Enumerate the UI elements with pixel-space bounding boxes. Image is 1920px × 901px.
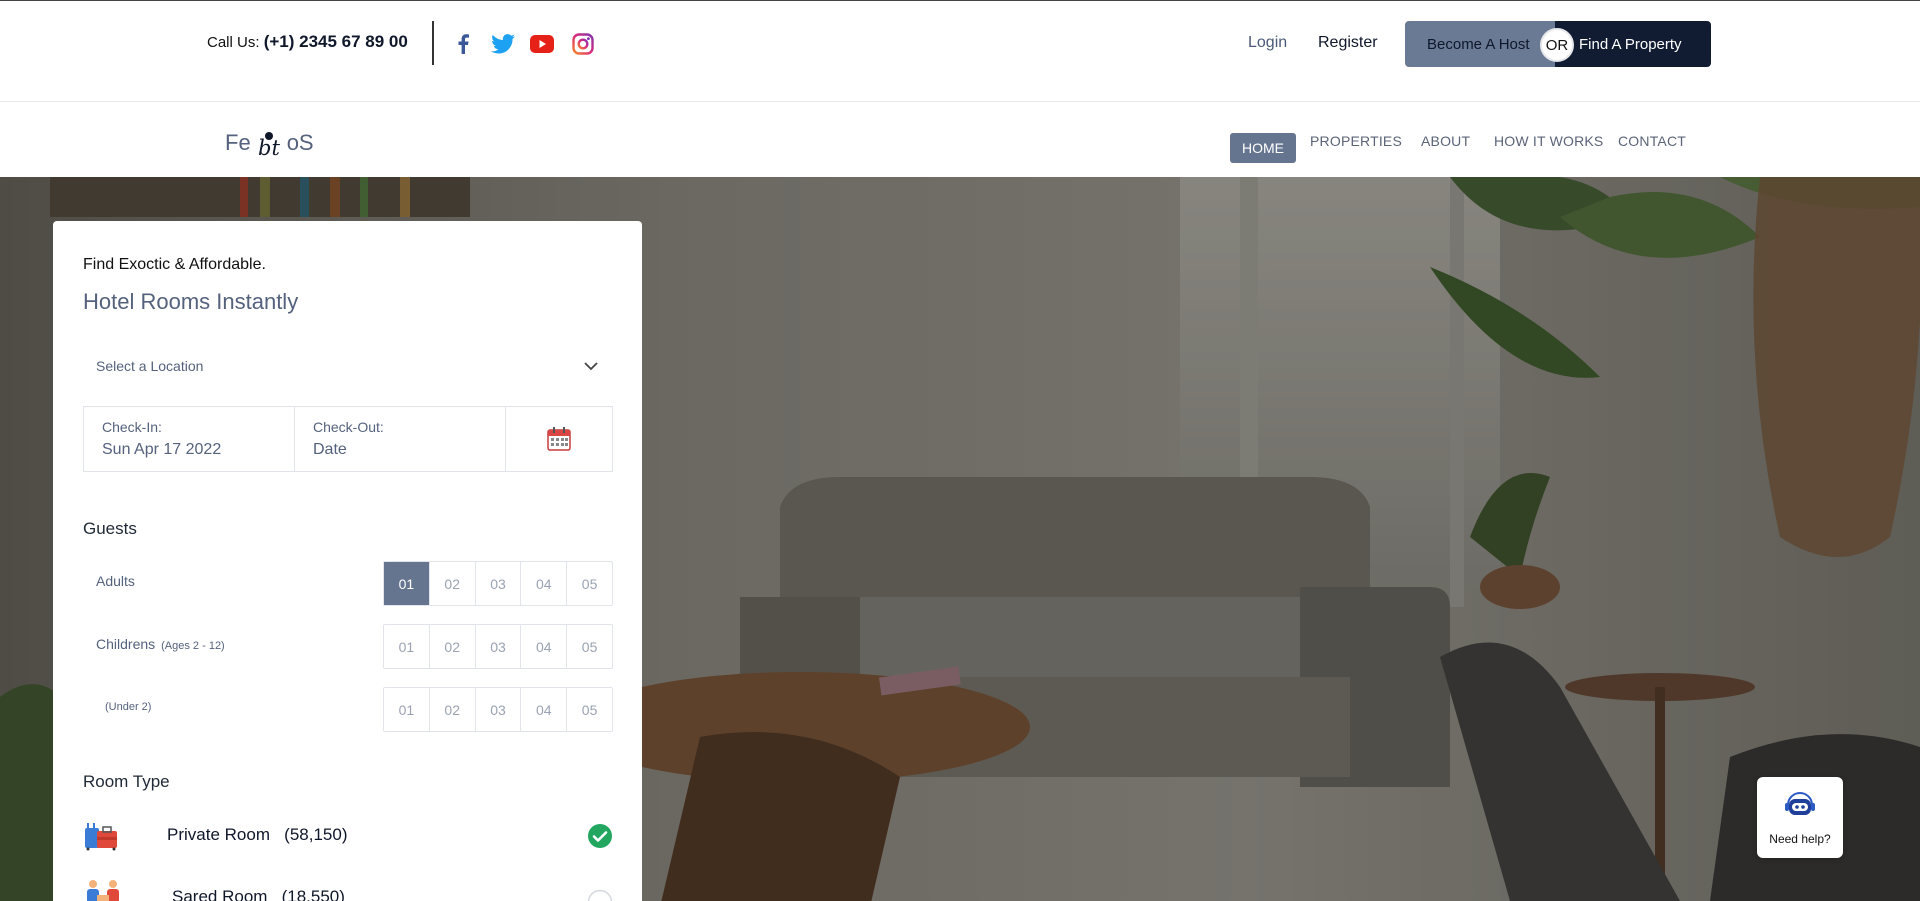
instagram-icon[interactable] bbox=[571, 32, 595, 56]
infants-option[interactable]: 05 bbox=[567, 688, 612, 731]
private-room-label: Private Room (58,150) bbox=[167, 825, 347, 845]
radio-circle-icon[interactable] bbox=[587, 889, 613, 901]
nav-home[interactable]: HOME bbox=[1230, 133, 1296, 163]
divider bbox=[432, 21, 434, 65]
nav-contact[interactable]: CONTACT bbox=[1618, 133, 1686, 149]
children-label-text: Childrens bbox=[96, 636, 156, 652]
shared-room-icon bbox=[83, 877, 123, 901]
children-option[interactable]: 01 bbox=[384, 625, 430, 668]
room-type-heading: Room Type bbox=[83, 772, 170, 791]
search-card: Find Exoctic & Affordable. Hotel Rooms I… bbox=[53, 221, 642, 901]
nav-properties[interactable]: PROPERTIES bbox=[1310, 133, 1402, 149]
children-option[interactable]: 05 bbox=[567, 625, 612, 668]
adults-option[interactable]: 05 bbox=[567, 562, 612, 605]
top-bar: Call Us: (+1) 2345 67 89 00 Login Regist… bbox=[0, 0, 1920, 102]
logo-mark-text: bt bbox=[258, 136, 280, 160]
find-property-button[interactable]: Find A Property bbox=[1555, 21, 1711, 67]
shared-room-count: (18,550) bbox=[281, 887, 345, 901]
children-selector: 01 02 03 04 05 bbox=[383, 624, 613, 669]
check-out-field[interactable]: Check-Out: Date bbox=[295, 407, 506, 471]
location-select[interactable]: Select a Location bbox=[83, 343, 613, 389]
check-in-field[interactable]: Check-In: Sun Apr 17 2022 bbox=[84, 407, 295, 471]
infants-option[interactable]: 03 bbox=[476, 688, 522, 731]
infants-selector: 01 02 03 04 05 bbox=[383, 687, 613, 732]
children-option[interactable]: 03 bbox=[476, 625, 522, 668]
shared-room-label: Sared Room (18,550) bbox=[172, 887, 345, 901]
children-option[interactable]: 02 bbox=[430, 625, 476, 668]
chatbot-icon bbox=[1782, 791, 1818, 824]
login-link[interactable]: Login bbox=[1248, 34, 1287, 52]
location-placeholder: Select a Location bbox=[96, 358, 204, 374]
private-room-name: Private Room bbox=[167, 825, 270, 844]
date-range: Check-In: Sun Apr 17 2022 Check-Out: Dat… bbox=[83, 406, 613, 472]
check-out-label: Check-Out: bbox=[313, 419, 384, 435]
shared-room-name: Sared Room bbox=[172, 887, 268, 901]
adults-option[interactable]: 02 bbox=[430, 562, 476, 605]
become-host-button[interactable]: Become A Host bbox=[1405, 21, 1560, 67]
twitter-icon[interactable] bbox=[491, 32, 515, 56]
call-us: Call Us: (+1) 2345 67 89 00 bbox=[207, 32, 408, 52]
private-room-count: (58,150) bbox=[284, 825, 348, 844]
help-widget[interactable]: Need help? bbox=[1757, 777, 1843, 858]
luggage-icon bbox=[83, 815, 119, 856]
infants-option[interactable]: 02 bbox=[430, 688, 476, 731]
infants-option[interactable]: 01 bbox=[384, 688, 430, 731]
or-badge: OR bbox=[1540, 28, 1574, 62]
search-subtitle: Find Exoctic & Affordable. bbox=[83, 256, 266, 273]
help-label: Need help? bbox=[1769, 832, 1831, 846]
children-label: Childrens (Ages 2 - 12) bbox=[96, 636, 225, 652]
call-label: Call Us: bbox=[207, 34, 260, 51]
youtube-icon[interactable] bbox=[530, 32, 554, 56]
main-nav: Fe oS bt HOME PROPERTIES ABOUT HOW IT WO… bbox=[0, 102, 1920, 177]
children-age-note: (Ages 2 - 12) bbox=[161, 640, 225, 652]
check-in-label: Check-In: bbox=[102, 419, 162, 435]
nav-about[interactable]: ABOUT bbox=[1421, 133, 1470, 149]
adults-option[interactable]: 04 bbox=[521, 562, 568, 605]
infants-option[interactable]: 04 bbox=[521, 688, 568, 731]
room-option-private[interactable]: Private Room (58,150) bbox=[83, 815, 613, 855]
nav-how-it-works[interactable]: HOW IT WORKS bbox=[1494, 133, 1603, 149]
adults-selector: 01 02 03 04 05 bbox=[383, 561, 613, 606]
adults-option[interactable]: 03 bbox=[476, 562, 522, 605]
phone-number[interactable]: (+1) 2345 67 89 00 bbox=[264, 32, 408, 51]
facebook-icon[interactable] bbox=[451, 32, 475, 56]
adults-label: Adults bbox=[96, 573, 135, 589]
logo-right: oS bbox=[286, 130, 314, 155]
chevron-down-icon bbox=[583, 358, 599, 374]
calendar-icon[interactable] bbox=[506, 407, 612, 471]
room-option-shared[interactable]: Sared Room (18,550) bbox=[83, 877, 613, 901]
logo-left: Fe bbox=[225, 130, 251, 155]
adults-option[interactable]: 01 bbox=[384, 562, 430, 605]
guests-heading: Guests bbox=[83, 519, 137, 538]
search-title: Hotel Rooms Instantly bbox=[83, 289, 299, 314]
register-link[interactable]: Register bbox=[1318, 34, 1378, 52]
children-option[interactable]: 04 bbox=[521, 625, 568, 668]
infants-note: (Under 2) bbox=[105, 701, 152, 713]
check-circle-icon[interactable] bbox=[587, 823, 613, 849]
check-in-value: Sun Apr 17 2022 bbox=[102, 441, 222, 458]
check-out-value: Date bbox=[313, 441, 347, 458]
